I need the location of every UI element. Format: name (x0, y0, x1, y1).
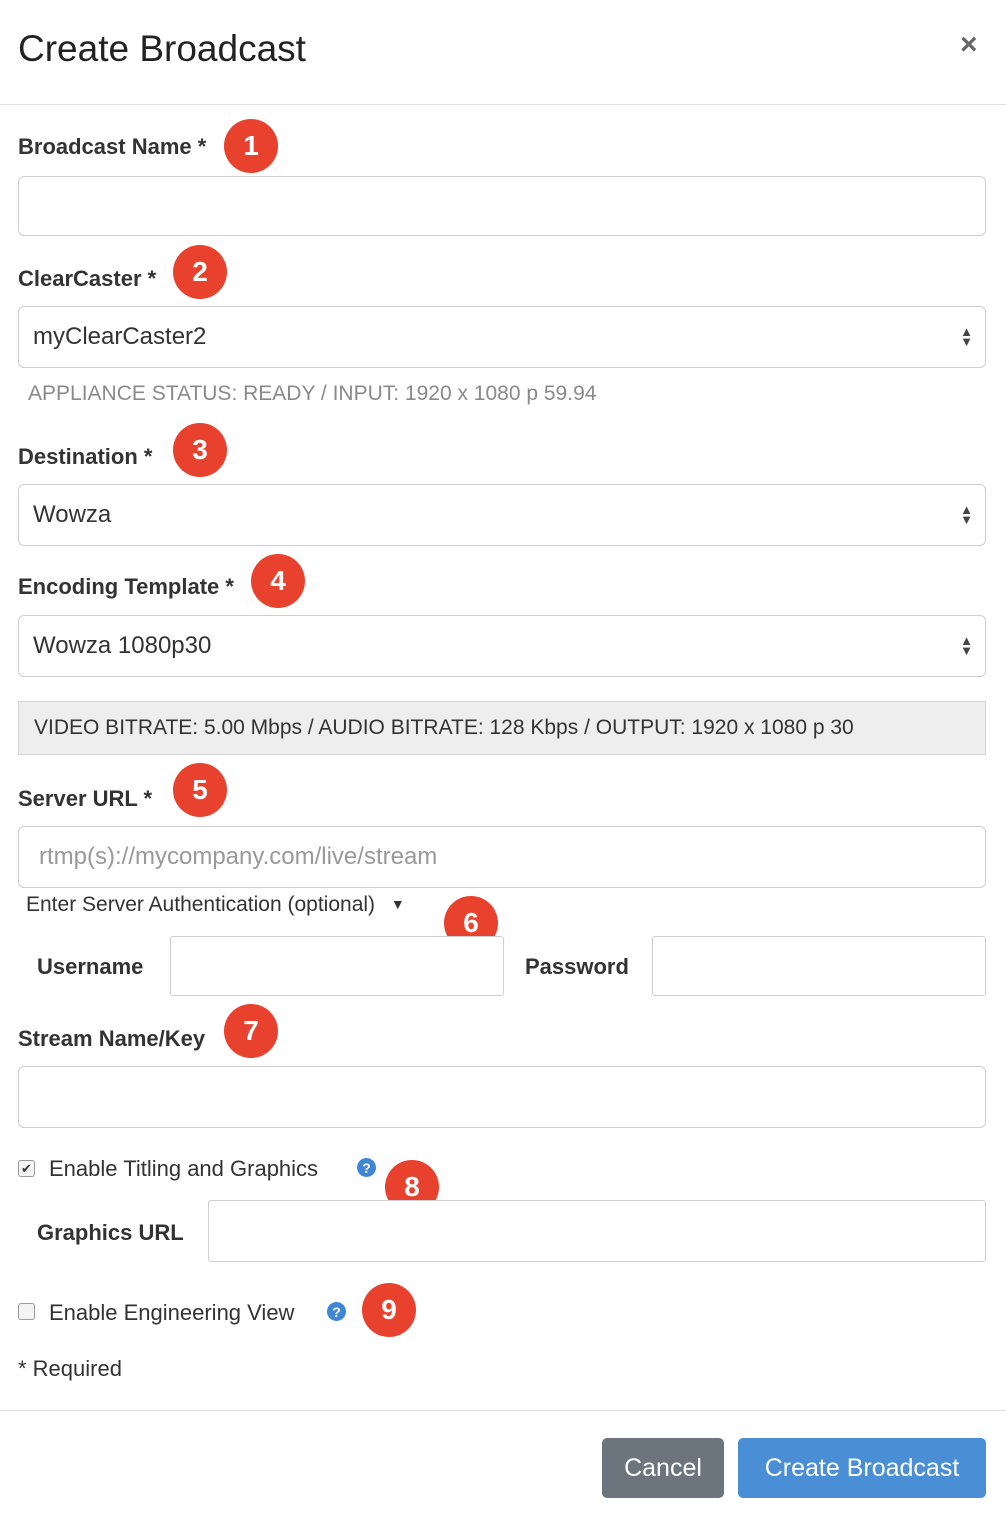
question-circle-icon[interactable]: ? (327, 1302, 346, 1321)
server-auth-toggle[interactable]: Enter Server Authentication (optional) ▼ (26, 893, 405, 917)
step-badge-4: 4 (251, 554, 305, 608)
cancel-button[interactable]: Cancel (602, 1438, 724, 1498)
stream-name-label: Stream Name/Key (18, 1026, 206, 1051)
check-icon: ✔ (21, 1160, 32, 1176)
titling-label: Enable Titling and Graphics (49, 1156, 319, 1181)
encoding-info-bar: VIDEO BITRATE: 5.00 Mbps / AUDIO BITRATE… (18, 701, 986, 755)
clearcaster-label: ClearCaster * (18, 266, 157, 291)
step-badge-9: 9 (362, 1283, 416, 1337)
clearcaster-select-value: myClearCaster2 (33, 323, 207, 350)
destination-select-value: Wowza (33, 501, 112, 528)
server-url-input[interactable]: rtmp(s)://mycompany.com/live/stream (18, 826, 986, 888)
step-badge-2: 2 (173, 245, 227, 299)
password-input[interactable] (652, 936, 986, 996)
stream-name-input[interactable] (18, 1066, 986, 1128)
step-badge-3: 3 (173, 423, 227, 477)
titling-checkbox[interactable]: ✔ (18, 1160, 35, 1177)
footer-divider (0, 1410, 1006, 1411)
engineering-view-label: Enable Engineering View (49, 1300, 295, 1325)
step-badge-7: 7 (224, 1004, 278, 1058)
username-label: Username (37, 954, 144, 979)
graphics-url-input[interactable] (208, 1200, 986, 1262)
broadcast-name-input[interactable] (18, 176, 986, 236)
create-broadcast-button[interactable]: Create Broadcast (738, 1438, 986, 1498)
step-badge-5: 5 (173, 763, 227, 817)
engineering-view-checkbox[interactable] (18, 1303, 35, 1320)
graphics-url-label: Graphics URL (37, 1220, 184, 1245)
updown-arrows-icon: ▲ ▼ (960, 324, 973, 349)
encoding-template-label: Encoding Template * (18, 574, 234, 599)
required-note: * Required (18, 1356, 122, 1381)
broadcast-name-label: Broadcast Name * (18, 134, 207, 159)
question-circle-icon[interactable]: ? (357, 1158, 376, 1177)
clearcaster-select[interactable]: myClearCaster2 ▲ ▼ (18, 306, 986, 368)
username-input[interactable] (170, 936, 504, 996)
header-divider (0, 104, 1006, 105)
encoding-template-select[interactable]: Wowza 1080p30 ▲ ▼ (18, 615, 986, 677)
dialog-title: Create Broadcast (18, 28, 306, 69)
updown-arrows-icon: ▲ ▼ (960, 633, 973, 658)
encoding-template-select-value: Wowza 1080p30 (33, 632, 212, 659)
server-auth-toggle-label: Enter Server Authentication (optional) (26, 893, 376, 916)
server-url-label: Server URL * (18, 786, 153, 811)
destination-select[interactable]: Wowza ▲ ▼ (18, 484, 986, 546)
destination-label: Destination * (18, 444, 153, 469)
password-label: Password (525, 954, 629, 979)
step-badge-1: 1 (224, 119, 278, 173)
appliance-status-text: APPLIANCE STATUS: READY / INPUT: 1920 x … (28, 382, 597, 405)
caret-down-icon: ▼ (390, 896, 405, 912)
close-icon[interactable]: × (960, 28, 978, 62)
updown-arrows-icon: ▲ ▼ (960, 502, 973, 527)
